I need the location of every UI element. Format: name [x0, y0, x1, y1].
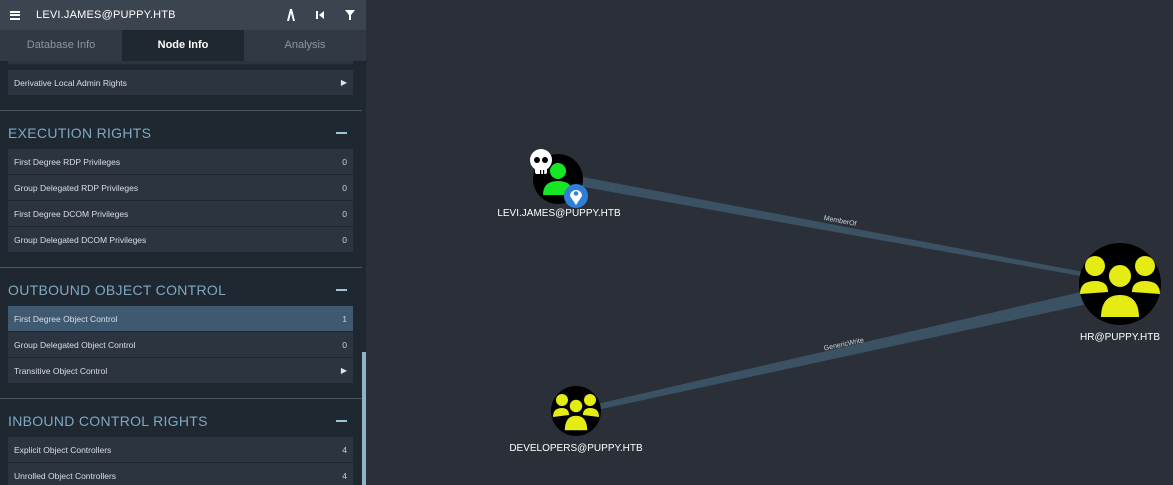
row-label: Group Delegated Object Control — [14, 339, 136, 350]
row-first-degree-rdp[interactable]: First Degree RDP Privileges 0 — [8, 149, 353, 174]
row-count[interactable]: 4 — [342, 471, 347, 481]
row-transitive-object-control[interactable]: Transitive Object Control ▶ — [8, 358, 353, 383]
collapse-inbound-icon[interactable] — [336, 420, 347, 422]
node-label-hr: HR@PUPPY.HTB — [1080, 332, 1160, 343]
row-group-delegated-object-control[interactable]: Group Delegated Object Control 0 — [8, 332, 353, 357]
node-info-panel: LEVI.JAMES@PUPPY.HTB Database Info Node … — [0, 0, 366, 485]
row-count[interactable]: 1 — [342, 314, 347, 324]
edge-memberof[interactable]: MemberOf — [567, 174, 1120, 283]
filter-icon[interactable] — [343, 8, 357, 22]
divider — [0, 398, 362, 399]
row-label: Derivative Local Admin Rights — [14, 77, 127, 88]
row-count[interactable]: 0 — [342, 157, 347, 167]
row-label: Group Delegated DCOM Privileges — [14, 234, 147, 245]
row-group-delegated-dcom[interactable]: Group Delegated DCOM Privileges 0 — [8, 227, 353, 252]
row-unrolled-object-controllers[interactable]: Unrolled Object Controllers 4 — [8, 463, 353, 485]
node-label-developers: DEVELOPERS@PUPPY.HTB — [509, 443, 643, 454]
edge-genericwrite[interactable]: GenericWrite — [597, 283, 1120, 410]
tab-node-info[interactable]: Node Info — [122, 30, 244, 61]
row-label: Group Delegated RDP Privileges — [14, 182, 139, 193]
expand-arrow-icon[interactable]: ▶ — [341, 78, 347, 87]
section-title-outbound: OUTBOUND OBJECT CONTROL — [8, 282, 227, 298]
row-label: Transitive Object Control — [14, 365, 108, 376]
row-first-degree-dcom[interactable]: First Degree DCOM Privileges 0 — [8, 201, 353, 226]
collapse-execution-icon[interactable] — [336, 132, 347, 134]
row-group-delegated-rdp[interactable]: Group Delegated RDP Privileges 0 — [8, 175, 353, 200]
tab-analysis[interactable]: Analysis — [244, 30, 366, 61]
node-developers[interactable]: DEVELOPERS@PUPPY.HTB — [509, 386, 643, 454]
row-count[interactable]: 0 — [342, 340, 347, 350]
search-input[interactable]: LEVI.JAMES@PUPPY.HTB — [36, 9, 176, 21]
row-label: First Degree Object Control — [14, 313, 118, 324]
row-count[interactable]: 0 — [342, 209, 347, 219]
search-header: LEVI.JAMES@PUPPY.HTB — [0, 0, 366, 30]
row-count[interactable]: 0 — [342, 235, 347, 245]
panel-scrollbar[interactable] — [362, 352, 366, 485]
expand-arrow-icon[interactable]: ▶ — [341, 366, 347, 375]
node-label-levi: LEVI.JAMES@PUPPY.HTB — [497, 208, 621, 219]
panel-tabs: Database Info Node Info Analysis — [0, 30, 366, 61]
row-first-degree-object-control[interactable]: First Degree Object Control 1 — [8, 306, 353, 331]
row-count[interactable]: 0 — [342, 183, 347, 193]
row-count[interactable]: 4 — [342, 445, 347, 455]
section-title-execution: EXECUTION RIGHTS — [8, 125, 152, 141]
divider — [0, 110, 362, 111]
starting-node-marker-icon — [564, 184, 588, 208]
row-label: First Degree RDP Privileges — [14, 156, 121, 167]
menu-icon[interactable] — [10, 10, 20, 20]
row-label: Explicit Object Controllers — [14, 444, 112, 455]
panel-body: Derivative Local Admin Rights ▶ EXECUTIO… — [0, 61, 362, 485]
collapse-outbound-icon[interactable] — [336, 289, 347, 291]
section-title-inbound: INBOUND CONTROL RIGHTS — [8, 413, 208, 429]
pathfinding-icon[interactable] — [284, 8, 298, 22]
row-label: First Degree DCOM Privileges — [14, 208, 129, 219]
list-item — [8, 61, 353, 64]
divider — [0, 267, 362, 268]
back-icon[interactable] — [313, 8, 327, 22]
row-derivative-local-admin[interactable]: Derivative Local Admin Rights ▶ — [8, 70, 353, 95]
tab-database-info[interactable]: Database Info — [0, 30, 122, 61]
node-hr[interactable]: HR@PUPPY.HTB — [1079, 243, 1161, 343]
row-explicit-object-controllers[interactable]: Explicit Object Controllers 4 — [8, 437, 353, 462]
row-label: Unrolled Object Controllers — [14, 470, 117, 481]
